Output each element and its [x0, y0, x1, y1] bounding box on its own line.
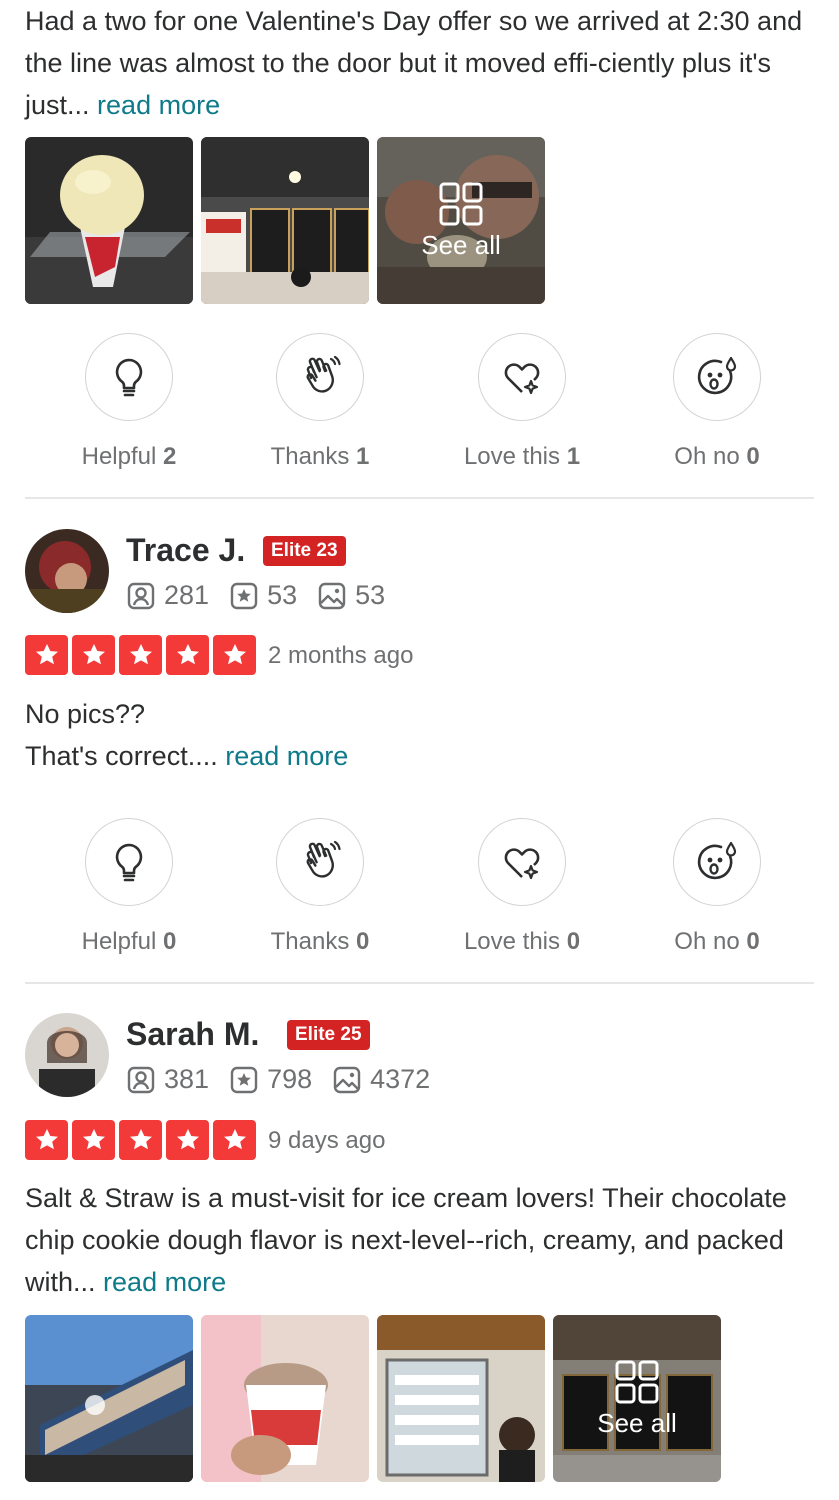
- love-reaction[interactable]: Love this 0: [422, 818, 622, 956]
- surprised-face-icon: [697, 356, 737, 395]
- thanks-button[interactable]: [276, 333, 364, 421]
- friends-stat: 281: [126, 580, 209, 611]
- photo-icon: [318, 582, 346, 609]
- review-date: 9 days ago: [268, 1127, 386, 1154]
- reviews-stat: 53: [229, 580, 297, 611]
- helpful-button[interactable]: [85, 333, 173, 421]
- thanks-label: Thanks 0: [270, 928, 370, 955]
- reviews-stat: 798: [229, 1064, 312, 1095]
- friends-stat: 381: [126, 1064, 209, 1095]
- photos-stat: 53: [317, 580, 385, 611]
- review-photo-see-all[interactable]: See all: [377, 137, 545, 304]
- review-text: Salt & Straw is a must-visit for ice cre…: [25, 1177, 820, 1303]
- oh-no-button[interactable]: [673, 333, 761, 421]
- star-icon: [72, 1120, 115, 1160]
- elite-badge: Elite 25: [287, 1020, 370, 1050]
- review-photo[interactable]: [25, 1315, 193, 1482]
- helpful-reaction[interactable]: Helpful 2: [29, 333, 229, 471]
- star-icon: [213, 635, 256, 675]
- helpful-label: Helpful 2: [81, 443, 177, 470]
- star-icon: [25, 1120, 68, 1160]
- photo-icon: [333, 1066, 361, 1093]
- review-photo[interactable]: [201, 1315, 369, 1482]
- read-more-link[interactable]: read more: [103, 1267, 226, 1297]
- star-icon: [119, 635, 162, 675]
- read-more-link[interactable]: read more: [225, 741, 348, 771]
- star-rating: [25, 1120, 256, 1160]
- wave-hand-icon: [306, 355, 341, 393]
- star-rating: [25, 635, 256, 675]
- heart-sparkle-icon: [504, 848, 540, 880]
- oh-no-reaction[interactable]: Oh no 0: [617, 333, 817, 471]
- star-icon: [72, 635, 115, 675]
- read-more-link[interactable]: read more: [97, 90, 220, 120]
- user-stats: 381 798 4372: [126, 1064, 450, 1095]
- user-name[interactable]: Trace J.: [126, 532, 245, 569]
- love-this-button[interactable]: [478, 818, 566, 906]
- review-body-line: No pics??: [25, 699, 146, 729]
- reaction-bar: Helpful 2 Thanks 1 Love this 1 Oh no 0: [0, 333, 839, 470]
- thanks-button[interactable]: [276, 818, 364, 906]
- love-this-label: Love this 0: [463, 928, 581, 955]
- review-star-icon: [230, 1066, 258, 1093]
- oh-no-reaction[interactable]: Oh no 0: [617, 818, 817, 956]
- love-reaction[interactable]: Love this 1: [422, 333, 622, 471]
- review-photo-see-all[interactable]: See all: [553, 1315, 721, 1482]
- user-stats: 281 53 53: [126, 580, 405, 611]
- star-icon: [25, 635, 68, 675]
- oh-no-button[interactable]: [673, 818, 761, 906]
- oh-no-label: Oh no 0: [674, 443, 760, 470]
- review-photos: See all: [25, 1315, 721, 1482]
- reaction-bar: Helpful 0 Thanks 0 Love this 0 Oh no 0: [0, 818, 839, 955]
- star-icon: [166, 635, 209, 675]
- oh-no-label: Oh no 0: [674, 928, 760, 955]
- photos-stat: 4372: [332, 1064, 430, 1095]
- avatar[interactable]: [25, 529, 109, 613]
- star-icon: [166, 1120, 209, 1160]
- review-photo[interactable]: [201, 137, 369, 304]
- friends-icon: [127, 1066, 155, 1093]
- user-name[interactable]: Sarah M.: [126, 1016, 259, 1053]
- helpful-reaction[interactable]: Helpful 0: [29, 818, 229, 956]
- surprised-face-icon: [697, 841, 737, 880]
- avatar[interactable]: [25, 1013, 109, 1097]
- wave-hand-icon: [306, 840, 341, 878]
- see-all-label: See all: [421, 230, 501, 260]
- review-text: No pics?? That's correct.... read more: [25, 693, 820, 777]
- review-date: 2 months ago: [268, 642, 414, 669]
- friends-icon: [127, 582, 155, 609]
- star-icon: [213, 1120, 256, 1160]
- love-this-button[interactable]: [478, 333, 566, 421]
- review-photo[interactable]: [25, 137, 193, 304]
- review-star-icon: [230, 582, 258, 609]
- heart-sparkle-icon: [504, 363, 540, 395]
- star-icon: [119, 1120, 162, 1160]
- see-all-overlay[interactable]: See all: [377, 137, 545, 304]
- grid-icon: [615, 1360, 659, 1404]
- helpful-label: Helpful 0: [81, 928, 177, 955]
- divider: [25, 497, 814, 499]
- see-all-overlay[interactable]: See all: [553, 1315, 721, 1482]
- lightbulb-icon: [115, 358, 143, 397]
- divider: [25, 982, 814, 984]
- thanks-reaction[interactable]: Thanks 1: [220, 333, 420, 471]
- review-body-line: That's correct....: [25, 741, 218, 771]
- love-this-label: Love this 1: [463, 443, 581, 470]
- see-all-label: See all: [597, 1408, 677, 1438]
- review-photo[interactable]: [377, 1315, 545, 1482]
- thanks-reaction[interactable]: Thanks 0: [220, 818, 420, 956]
- helpful-button[interactable]: [85, 818, 173, 906]
- elite-badge: Elite 23: [263, 536, 346, 566]
- review-text: Had a two for one Valentine's Day offer …: [25, 0, 820, 126]
- review-photos: See all: [25, 137, 545, 304]
- grid-icon: [439, 182, 483, 226]
- thanks-label: Thanks 1: [270, 443, 370, 470]
- lightbulb-icon: [115, 843, 143, 882]
